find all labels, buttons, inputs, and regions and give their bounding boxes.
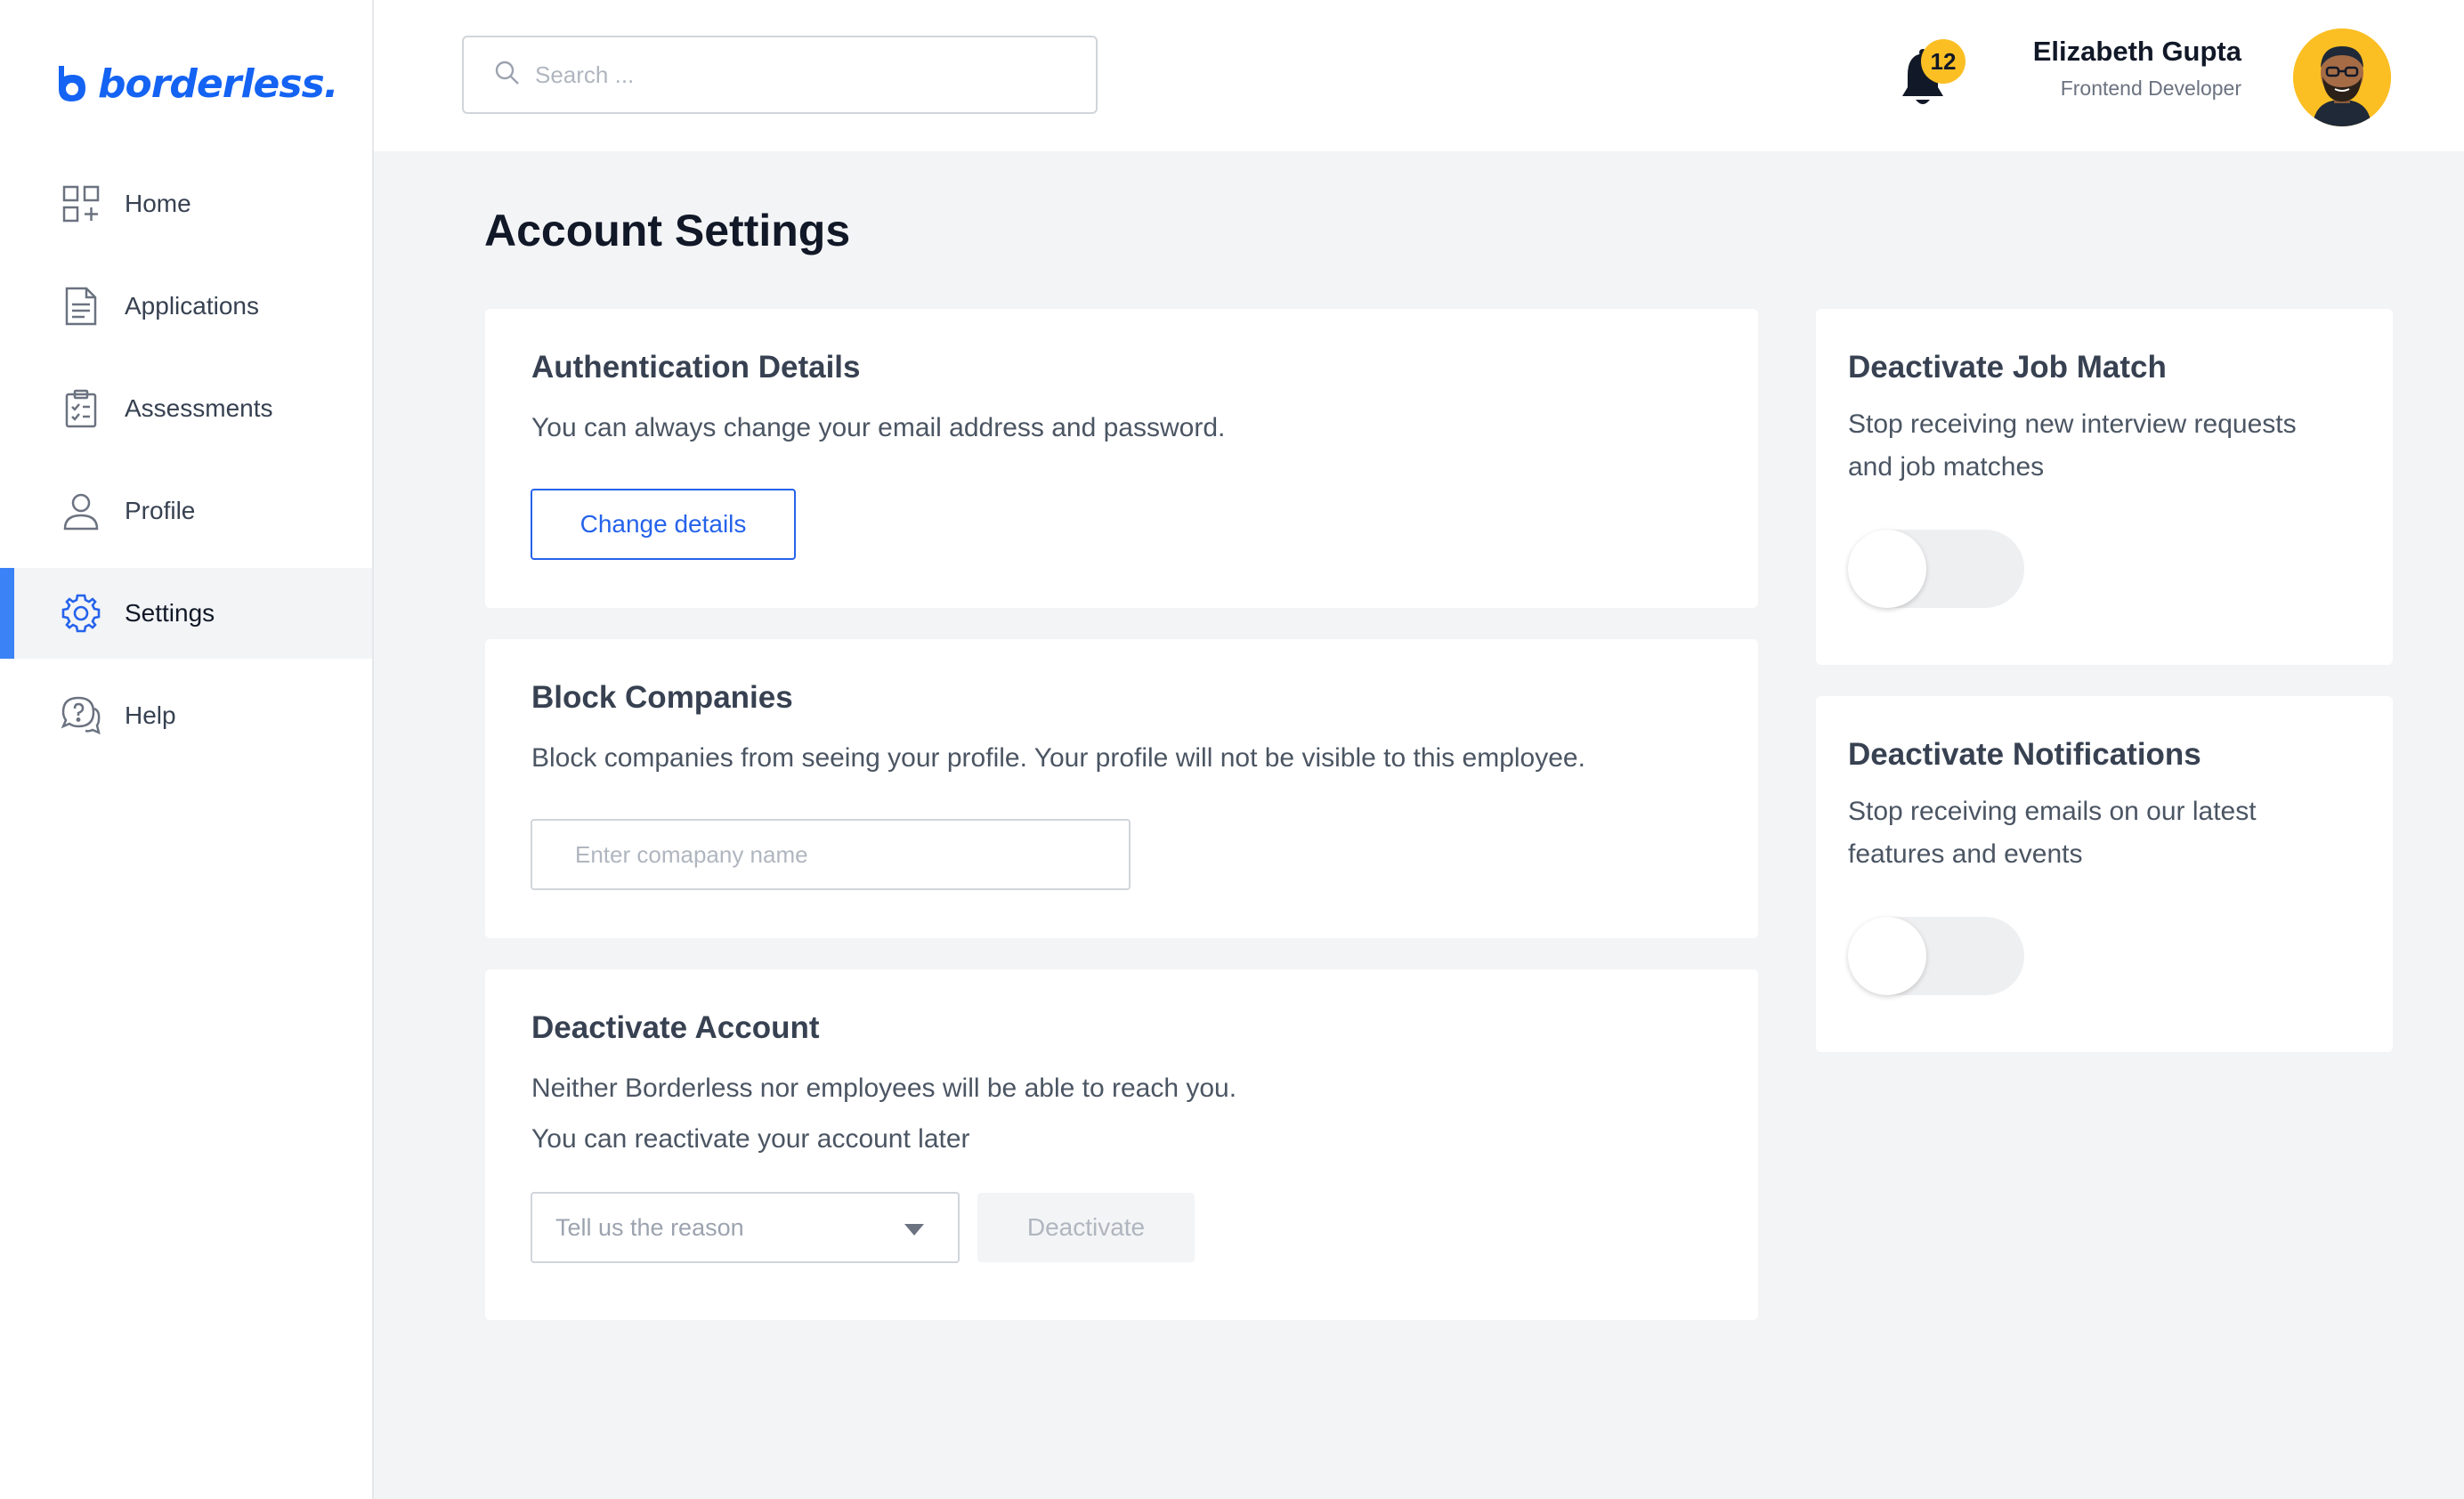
sidebar-item-label: Help xyxy=(125,701,176,729)
search-icon xyxy=(494,60,521,91)
sidebar: borderless. Home Applications Assessment… xyxy=(0,0,374,1499)
sidebar-item-label: Profile xyxy=(125,497,196,524)
notifications-title: Deactivate Notifications xyxy=(1848,737,2201,772)
job-match-toggle[interactable] xyxy=(1848,530,2024,608)
job-match-line1: Stop receiving new interview requests xyxy=(1848,409,2297,439)
sidebar-nav: Home Applications Assessments Profile Se… xyxy=(0,158,372,773)
authentication-card: Authentication Details You can always ch… xyxy=(485,309,1758,608)
block-companies-description: Block companies from seeing your profile… xyxy=(531,743,1585,773)
authentication-title: Authentication Details xyxy=(531,350,861,385)
sidebar-item-profile[interactable]: Profile xyxy=(0,466,372,556)
notifications-card: Deactivate Notifications Stop receiving … xyxy=(1816,696,2393,1052)
search-bar[interactable] xyxy=(462,36,1098,114)
user-icon xyxy=(61,490,101,531)
company-name-input[interactable] xyxy=(531,819,1131,890)
sidebar-item-home[interactable]: Home xyxy=(0,158,372,249)
gear-icon xyxy=(61,593,101,634)
sidebar-item-settings[interactable]: Settings xyxy=(0,568,372,659)
toggle-knob xyxy=(1848,917,1926,995)
job-match-line2: and job matches xyxy=(1848,452,2045,482)
document-icon xyxy=(61,286,101,327)
deactivate-reason-select[interactable]: Tell us the reason xyxy=(531,1192,960,1263)
avatar-illustration-icon xyxy=(2293,28,2391,126)
block-companies-card: Block Companies Block companies from see… xyxy=(485,639,1758,938)
search-input[interactable] xyxy=(535,61,1069,89)
sidebar-item-help[interactable]: Help xyxy=(0,670,372,761)
page-title: Account Settings xyxy=(484,206,851,255)
notification-count-badge: 12 xyxy=(1921,39,1966,84)
deactivate-account-card: Deactivate Account Neither Borderless no… xyxy=(485,969,1758,1320)
clipboard-check-icon xyxy=(61,388,101,429)
deactivate-account-line2: You can reactivate your account later xyxy=(531,1124,970,1154)
notifications-line2: features and events xyxy=(1848,839,2083,869)
user-role: Frontend Developer xyxy=(2060,77,2241,100)
logo-mark-icon xyxy=(59,66,85,101)
job-match-title: Deactivate Job Match xyxy=(1848,350,2167,385)
brand-logo[interactable]: borderless. xyxy=(52,57,338,110)
user-name: Elizabeth Gupta xyxy=(2032,36,2241,67)
deactivate-button[interactable]: Deactivate xyxy=(977,1193,1195,1262)
sidebar-item-assessments[interactable]: Assessments xyxy=(0,363,372,454)
deactivate-reason-value: Tell us the reason xyxy=(555,1213,744,1241)
grid-icon xyxy=(61,183,101,224)
job-match-card: Deactivate Job Match Stop receiving new … xyxy=(1816,309,2393,665)
sidebar-item-label: Applications xyxy=(125,292,259,320)
sidebar-item-label: Home xyxy=(125,190,191,217)
brand-name: borderless. xyxy=(98,61,338,107)
chevron-down-icon xyxy=(904,1224,924,1236)
toggle-knob xyxy=(1848,530,1926,608)
avatar[interactable] xyxy=(2293,28,2391,126)
sidebar-item-applications[interactable]: Applications xyxy=(0,261,372,352)
change-details-button[interactable]: Change details xyxy=(531,489,796,560)
top-header: 12 Elizabeth Gupta Frontend Developer xyxy=(374,0,2464,151)
notifications-toggle[interactable] xyxy=(1848,917,2024,995)
chat-question-icon xyxy=(61,695,101,736)
notifications-line1: Stop receiving emails on our latest xyxy=(1848,797,2257,826)
sidebar-item-label: Settings xyxy=(125,599,215,627)
authentication-description: You can always change your email address… xyxy=(531,413,1226,442)
block-companies-title: Block Companies xyxy=(531,680,793,715)
sidebar-item-label: Assessments xyxy=(125,394,273,422)
deactivate-account-line1: Neither Borderless nor employees will be… xyxy=(531,1074,1237,1103)
deactivate-account-title: Deactivate Account xyxy=(531,1010,820,1045)
